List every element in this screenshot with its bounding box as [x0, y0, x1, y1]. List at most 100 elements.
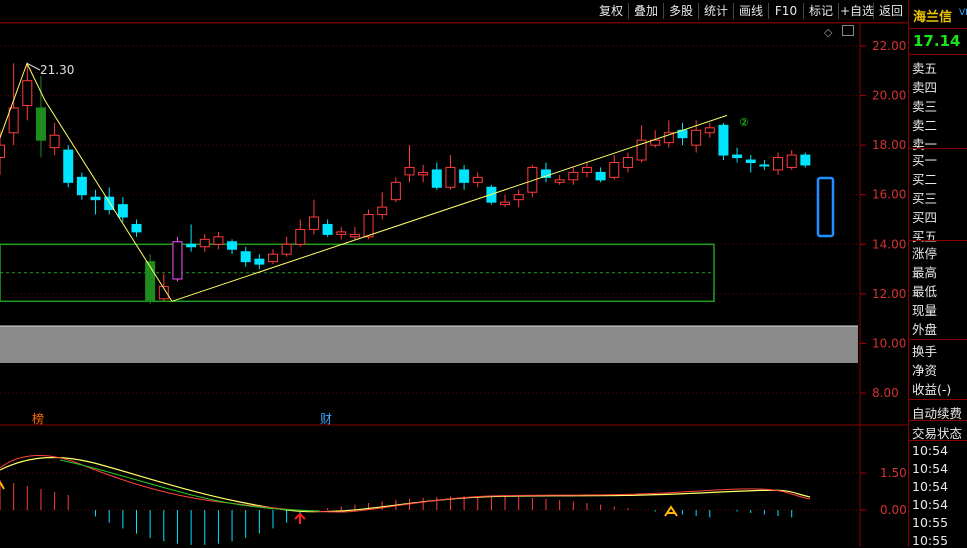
candle-body	[704, 127, 715, 134]
price-axis: 22.00 20.00 18.00 16.00 14.00 12.00 10.00 8.00	[860, 39, 906, 400]
candle-body	[213, 236, 224, 245]
candle-body	[186, 243, 197, 248]
kline-chart-area[interactable]: 1.50 0.00 22.00 20.00 18.00 16.00 14.00 12.00 1…	[0, 0, 967, 547]
candle-body	[773, 157, 784, 171]
ma-line	[59, 459, 321, 512]
sub-tick-label: 0.00	[880, 503, 907, 517]
toolbar-separator	[698, 3, 699, 19]
candle-body	[418, 171, 429, 176]
stat-label: 换手	[912, 344, 938, 359]
order-book-label: 买四	[912, 210, 938, 225]
stat-label: 外盘	[912, 322, 938, 337]
candle-body	[76, 176, 87, 196]
toolbar-button-4[interactable]: 画线	[734, 2, 768, 20]
order-book-label: 买二	[912, 172, 938, 187]
candlestick-series	[0, 63, 811, 304]
toolbar-button-8[interactable]: 返回	[874, 2, 908, 20]
price-tick-label: 18.00	[872, 138, 906, 152]
candle-body	[500, 201, 511, 206]
toolbar-separator	[768, 3, 769, 19]
toolbar-separator	[663, 3, 664, 19]
candle-body	[35, 107, 46, 141]
candle-body	[322, 223, 333, 235]
trend-lines	[0, 62, 728, 302]
candle-body	[759, 164, 770, 167]
volume-band	[0, 326, 858, 363]
price-tick-label: 22.00	[872, 39, 906, 53]
candle-body	[691, 129, 702, 146]
toolbar-button-2[interactable]: 多股	[664, 2, 698, 20]
toolbar-separator	[838, 3, 839, 19]
divider	[909, 420, 967, 421]
candle-body	[732, 154, 743, 159]
macd-panel: 1.50 0.00	[0, 455, 907, 545]
toolbar-separator	[803, 3, 804, 19]
toolbar-button-3[interactable]: 统计	[699, 2, 733, 20]
toolbar-button-0[interactable]: 复权	[594, 2, 628, 20]
trade-time: 10:54	[912, 461, 949, 476]
candle-body	[0, 144, 5, 159]
toolbar-button-6[interactable]: 标记	[804, 2, 838, 20]
candle-body	[227, 241, 238, 250]
price-tick-label: 20.00	[872, 89, 906, 103]
candle-body	[609, 161, 620, 178]
toolbar-button-7[interactable]: +自选	[839, 2, 875, 20]
dea-line	[0, 456, 811, 513]
window-icon[interactable]	[842, 25, 854, 36]
uptrend-line	[171, 114, 728, 302]
order-book-label: 卖三	[912, 99, 938, 114]
toolbar-separator	[733, 3, 734, 19]
candle-body	[745, 159, 756, 163]
stat-label: 最高	[912, 265, 938, 280]
order-book-label: 买一	[912, 153, 938, 168]
finance-event-marker: 财	[320, 412, 332, 426]
candle-body	[254, 258, 265, 265]
candle-body	[445, 166, 456, 188]
candle-body	[349, 233, 360, 238]
order-book-label: 卖四	[912, 80, 938, 95]
candle-body	[172, 241, 183, 280]
trade-time: 10:55	[912, 515, 949, 530]
stock-name[interactable]: 海兰信	[913, 6, 952, 25]
stat-label: 最低	[912, 284, 938, 299]
candle-body	[800, 154, 811, 166]
candle-body	[117, 204, 128, 218]
selection-highlight	[816, 176, 835, 238]
order-book-label: 卖五	[912, 61, 938, 76]
candle-body	[22, 80, 33, 106]
divider	[909, 148, 967, 149]
candle-body	[718, 124, 729, 156]
divider	[909, 399, 967, 400]
candle-body	[336, 231, 347, 235]
trade-time: 10:54	[912, 479, 949, 494]
candle-body	[622, 157, 633, 168]
buy-arrow-icon	[294, 512, 306, 524]
candle-body	[786, 154, 797, 168]
signal-marker	[0, 481, 5, 490]
candle-body	[8, 107, 19, 134]
candle-body	[199, 238, 210, 248]
divider	[909, 240, 967, 241]
last-price: 17.14	[913, 32, 961, 50]
consolidation-box	[0, 243, 715, 303]
trade-time: 10:55	[912, 533, 949, 548]
candle-body	[295, 228, 306, 245]
sub-tick-label: 1.50	[880, 466, 907, 480]
price-tick-label: 12.00	[872, 287, 906, 301]
trade-time: 10:54	[912, 443, 949, 458]
sell-signal-icon	[664, 505, 678, 517]
order-book-label: 卖二	[912, 118, 938, 133]
trade-time: 10:54	[912, 497, 949, 512]
price-tick-label: 8.00	[872, 386, 899, 400]
price-tick-label: 16.00	[872, 188, 906, 202]
stat-label: 收益(-)	[912, 382, 952, 397]
candle-body	[581, 166, 592, 173]
candle-body	[240, 251, 251, 263]
diamond-icon[interactable]: ◇	[824, 26, 832, 39]
chart-toolbar: 复权 叠加 多股 统计 画线 F10 标记 +自选 返回	[0, 0, 908, 23]
toolbar-button-5[interactable]: F10	[769, 2, 803, 20]
toolbar-button-1[interactable]: 叠加	[629, 2, 663, 20]
candle-body	[554, 179, 565, 183]
candle-body	[131, 223, 142, 233]
candle-body	[459, 169, 470, 183]
